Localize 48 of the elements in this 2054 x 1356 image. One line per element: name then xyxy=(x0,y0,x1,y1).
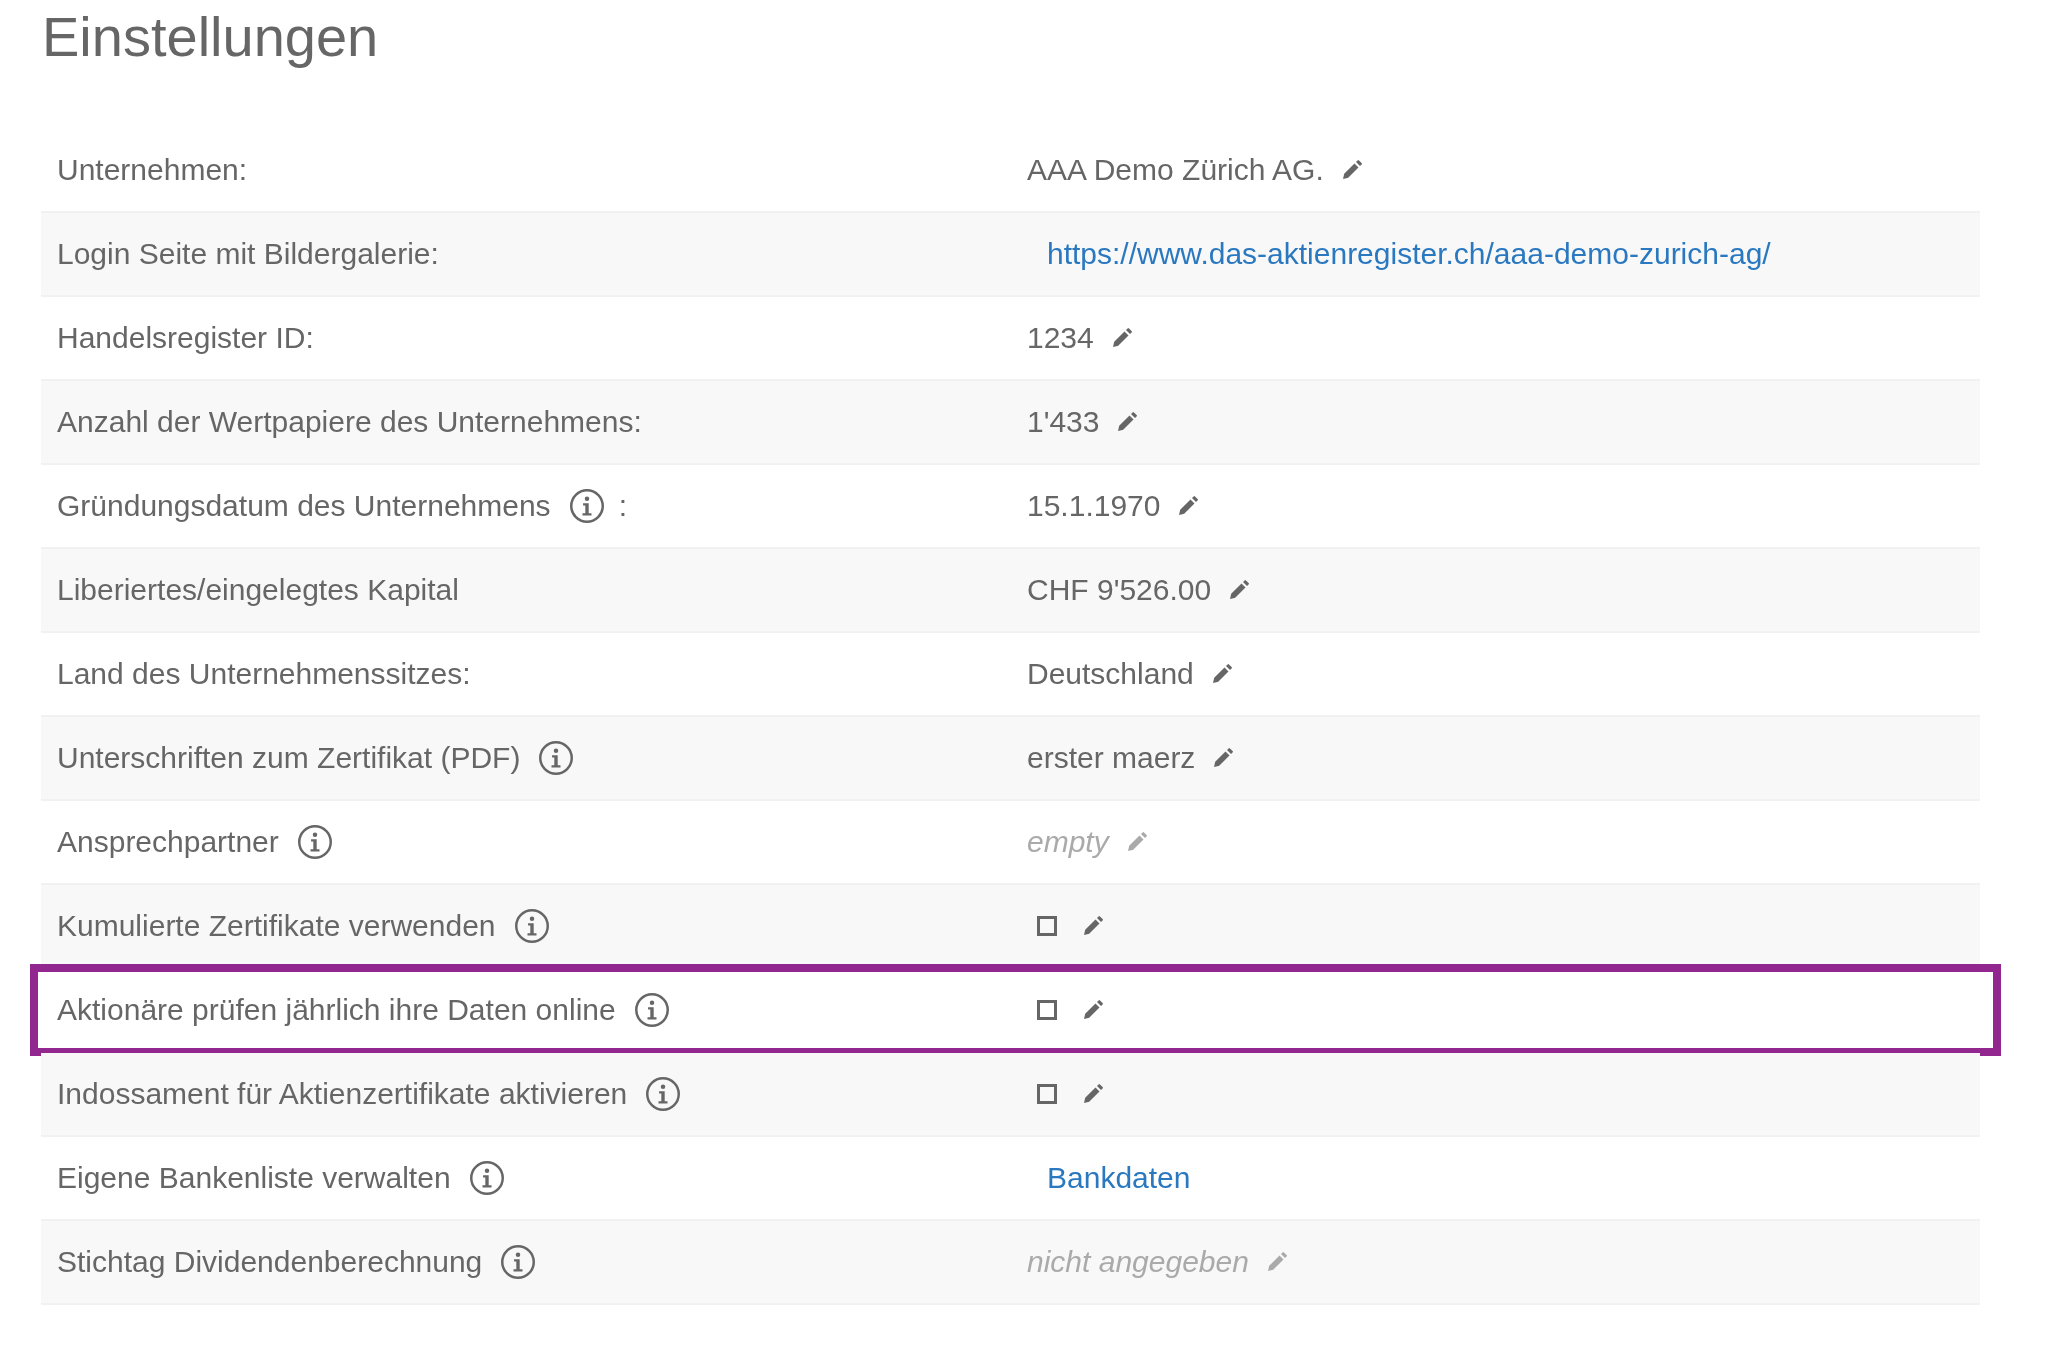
checkbox[interactable] xyxy=(1037,916,1057,936)
setting-label: Land des Unternehmenssitzes: xyxy=(57,657,471,691)
pencil-icon[interactable] xyxy=(1341,160,1362,180)
setting-value: 1'433 xyxy=(1027,405,1100,439)
label-colon: : xyxy=(618,489,627,523)
setting-label: Ansprechpartner xyxy=(57,825,279,859)
pencil-icon[interactable] xyxy=(1178,496,1199,516)
setting-label: Unternehmen: xyxy=(57,153,248,187)
info-icon[interactable] xyxy=(645,1076,682,1112)
info-icon[interactable] xyxy=(513,908,550,944)
info-icon[interactable] xyxy=(538,740,575,776)
setting-label: Kumulierte Zertifikate verwenden xyxy=(57,909,496,943)
pencil-icon[interactable] xyxy=(1083,1000,1103,1020)
setting-value: nicht angegeben xyxy=(1027,1245,1249,1279)
info-icon[interactable] xyxy=(468,1160,505,1196)
setting-link[interactable]: https://www.das-aktienregister.ch/aaa-demo-zurich-ag/ xyxy=(1047,237,1771,271)
pencil-icon[interactable] xyxy=(1211,664,1232,684)
info-icon[interactable] xyxy=(296,824,333,860)
setting-label: Stichtag Dividendenberechnung xyxy=(57,1245,483,1279)
checkbox[interactable] xyxy=(1037,1000,1057,1020)
pencil-icon[interactable] xyxy=(1213,748,1234,768)
setting-label: Liberiertes/eingelegtes Kapital xyxy=(57,573,459,607)
setting-value: 15.1.1970 xyxy=(1027,489,1161,523)
setting-value: empty xyxy=(1027,825,1109,859)
setting-label: Gründungsdatum des Unternehmens xyxy=(57,489,551,523)
pencil-icon[interactable] xyxy=(1229,580,1250,600)
info-icon[interactable] xyxy=(568,488,605,524)
pencil-icon[interactable] xyxy=(1111,328,1132,348)
setting-value: Deutschland xyxy=(1027,657,1194,691)
setting-value: CHF 9'526.00 xyxy=(1027,573,1212,607)
setting-label: Login Seite mit Bildergalerie: xyxy=(57,237,439,271)
setting-link[interactable]: Bankdaten xyxy=(1047,1161,1191,1195)
pencil-icon[interactable] xyxy=(1083,1084,1103,1104)
setting-label: Anzahl der Wertpapiere des Unternehmens: xyxy=(57,405,642,439)
setting-label: Handelsregister ID: xyxy=(57,321,314,355)
setting-label: Indossament für Aktienzertifikate aktivieren xyxy=(57,1077,628,1111)
pencil-icon[interactable] xyxy=(1083,916,1103,936)
setting-label: Eigene Bankenliste verwalten xyxy=(57,1161,451,1195)
setting-value: AAA Demo Zürich AG. xyxy=(1027,153,1324,187)
setting-value: erster maerz xyxy=(1027,741,1196,775)
setting-value: 1234 xyxy=(1027,321,1094,355)
info-icon[interactable] xyxy=(633,992,670,1028)
checkbox[interactable] xyxy=(1037,1084,1057,1104)
info-icon[interactable] xyxy=(500,1244,537,1280)
pencil-icon[interactable] xyxy=(1117,412,1138,432)
setting-label: Aktionäre prüfen jährlich ihre Daten online xyxy=(57,993,616,1027)
setting-label: Unterschriften zum Zertifikat (PDF) xyxy=(57,741,521,775)
page-title: Einstellungen xyxy=(41,4,380,70)
